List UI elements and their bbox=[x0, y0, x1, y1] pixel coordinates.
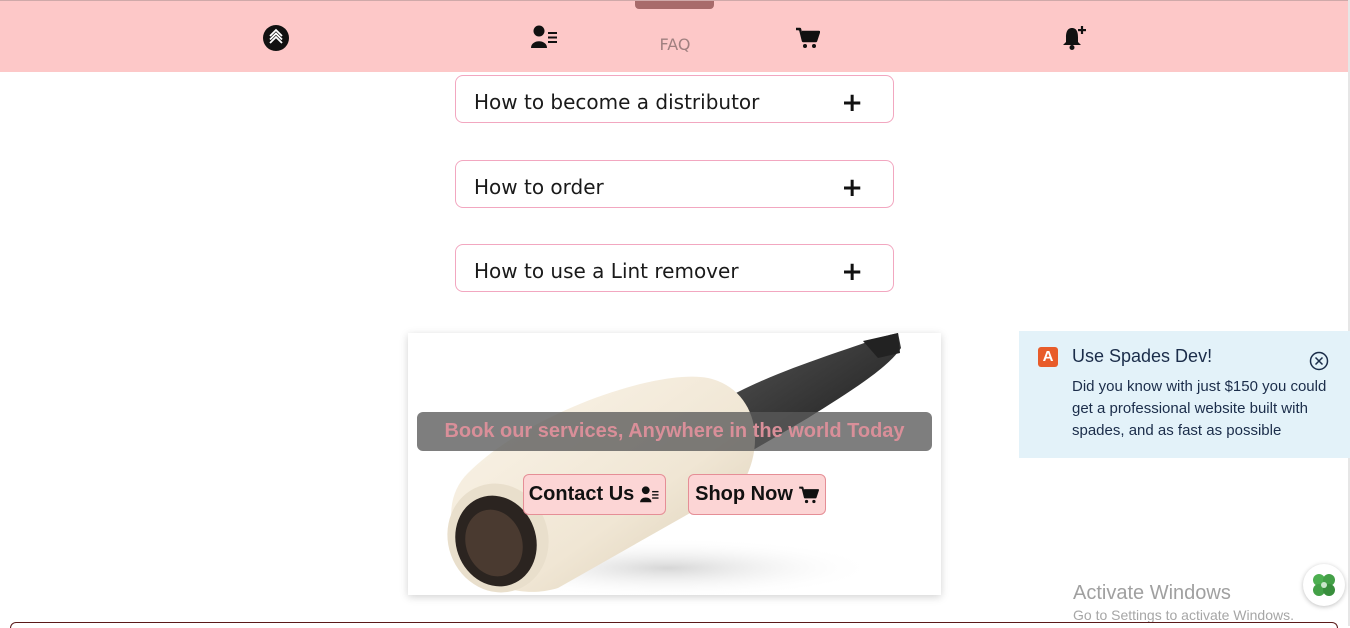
bell-plus-icon[interactable] bbox=[1062, 25, 1088, 51]
spades-logo-icon: A bbox=[1038, 347, 1058, 367]
shop-now-label: Shop Now bbox=[695, 483, 793, 505]
user-list-icon bbox=[640, 486, 659, 503]
contact-us-label: Contact Us bbox=[528, 483, 635, 505]
faq-question: How to use a Lint remover bbox=[474, 259, 739, 283]
nav-faq-link[interactable]: FAQ bbox=[640, 35, 710, 54]
cart-icon bbox=[799, 486, 819, 503]
activation-watermark-subtitle: Go to Settings to activate Windows. bbox=[1073, 607, 1294, 623]
faq-question: How to become a distributor bbox=[474, 90, 760, 114]
shop-now-button[interactable]: Shop Now bbox=[688, 474, 826, 515]
expand-plus-icon[interactable]: + bbox=[841, 90, 863, 116]
expand-plus-icon[interactable]: + bbox=[841, 175, 863, 201]
faq-item-lint-remover[interactable]: How to use a Lint remover + bbox=[455, 244, 894, 292]
toast-title: Use Spades Dev! bbox=[1072, 346, 1213, 366]
activation-watermark-title: Activate Windows bbox=[1073, 582, 1231, 604]
cart-icon[interactable] bbox=[796, 27, 820, 49]
clover-widget-icon[interactable] bbox=[1303, 564, 1345, 606]
close-icon[interactable] bbox=[1309, 351, 1329, 371]
lint-roller-image bbox=[447, 333, 901, 595]
banner-tagline: Book our services, Anywhere in the world… bbox=[417, 412, 932, 451]
expand-plus-icon[interactable]: + bbox=[841, 259, 863, 285]
faq-question: How to order bbox=[474, 175, 604, 199]
nav-active-indicator bbox=[635, 1, 714, 9]
user-list-icon[interactable] bbox=[531, 25, 559, 49]
footer-edge bbox=[10, 622, 1338, 628]
brand-logo-icon[interactable] bbox=[262, 24, 290, 52]
faq-item-order[interactable]: How to order + bbox=[455, 160, 894, 208]
top-navbar: FAQ bbox=[0, 0, 1350, 72]
faq-item-distributor[interactable]: How to become a distributor + bbox=[455, 75, 894, 123]
promo-toast: A Use Spades Dev! Did you know with just… bbox=[1019, 331, 1350, 458]
contact-us-button[interactable]: Contact Us bbox=[523, 474, 666, 515]
services-banner: Book our services, Anywhere in the world… bbox=[408, 333, 941, 595]
toast-body: Did you know with just $150 you could ge… bbox=[1072, 378, 1327, 439]
